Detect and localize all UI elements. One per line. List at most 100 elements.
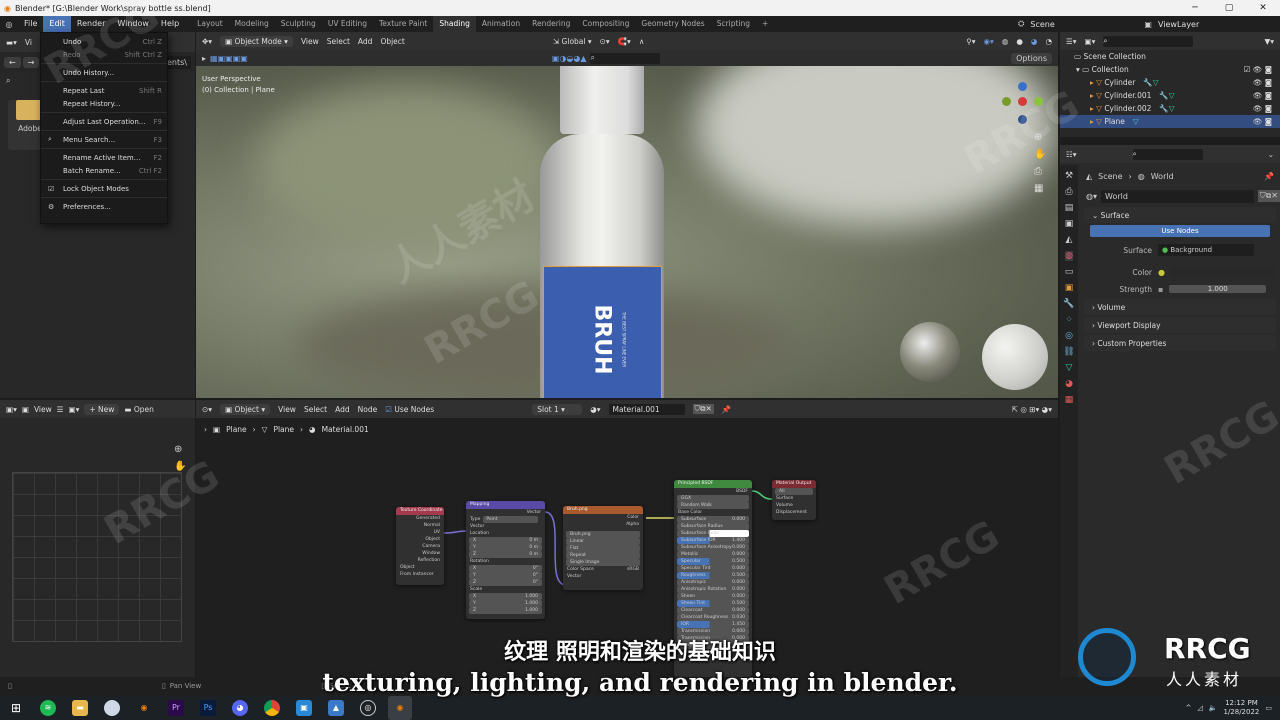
bsdf-input-row[interactable]: Metallic 0.000 [677, 551, 749, 558]
type-dropdown[interactable]: Point [483, 516, 538, 523]
visibility-icons[interactable]: ☑ 👁 ◙ [1244, 65, 1272, 74]
menu-item-lock-object-modes[interactable]: ☑ Lock Object Modes [41, 182, 167, 195]
forward-button[interactable]: → [22, 56, 40, 68]
orientation-selector[interactable]: ⇲ Global ▾ [553, 37, 592, 46]
outliner-item[interactable]: ▸ ▽ Cylinder.002 🔧 ▽ 👁 ◙ [1060, 102, 1280, 115]
bsdf-input-row[interactable]: Subsurface 0.000 [677, 516, 749, 523]
view-layer-selector[interactable]: ViewLayer [1158, 20, 1199, 29]
camera-icon[interactable]: ⎙ [1034, 166, 1046, 177]
instancer-checkbox[interactable]: From Instancer [396, 571, 444, 578]
obs-icon[interactable]: ◎ [360, 699, 376, 716]
menu-help[interactable]: Help [155, 16, 185, 32]
menu-add[interactable]: Add [358, 37, 373, 46]
projection-dropdown[interactable]: Flat [566, 545, 640, 552]
rotation-z[interactable]: Z 0° [469, 579, 542, 586]
shading-wireframe-icon[interactable]: ◍ [1002, 37, 1009, 46]
bsdf-input-row[interactable]: Subsurface Radius [677, 523, 749, 530]
extension-dropdown[interactable]: Repeat [566, 552, 640, 559]
color-space-dropdown[interactable]: Color Space sRGB [563, 566, 643, 573]
viewport-scene[interactable]: BRUH THE BEST SPRAY LINE EVER [196, 66, 1058, 398]
view-menu[interactable]: Vi [25, 38, 32, 47]
source-dropdown[interactable]: Single Image [566, 559, 640, 566]
tab-rendering[interactable]: Rendering [526, 16, 576, 32]
menu-item-repeat-history[interactable]: Repeat History... [41, 97, 167, 110]
funnel-icon[interactable]: ▼▾ [1264, 37, 1274, 46]
bsdf-input-row[interactable]: IOR 1.450 [677, 621, 749, 628]
visibility-icons[interactable]: 👁 ◙ [1253, 91, 1272, 100]
tab-particles-icon[interactable]: ⁘ [1065, 315, 1073, 325]
bsdf-input-row[interactable]: Anisotropic 0.000 [677, 579, 749, 586]
bsdf-input-row[interactable]: Clearcoat 0.000 [677, 607, 749, 614]
viewport-display-section[interactable]: › Viewport Display [1084, 317, 1276, 333]
outliner-item[interactable]: ▸ ▽ Cylinder 🔧 ▽ 👁 ◙ [1060, 76, 1280, 89]
hand-pan-icon[interactable]: ✋ [174, 461, 186, 472]
scale-z[interactable]: Z 1.000 [469, 607, 542, 614]
tab-geometry-nodes[interactable]: Geometry Nodes [635, 16, 710, 32]
menu-edit[interactable]: Edit [43, 16, 71, 32]
tab-scripting[interactable]: Scripting [711, 16, 756, 32]
visibility-icons[interactable]: 👁 ◙ [1253, 117, 1272, 126]
snap-icon[interactable]: 🧲▾ [618, 37, 631, 46]
world-name-field[interactable]: World [1101, 189, 1254, 203]
tab-view-layer-icon[interactable]: ▣ [1065, 219, 1074, 229]
node-texture-coordinate[interactable]: Texture Coordinate Generated Normal UV O… [396, 507, 444, 585]
pivot-icon[interactable]: ⊙▾ [600, 37, 610, 46]
tab-modeling[interactable]: Modeling [229, 16, 275, 32]
tray-chevron-icon[interactable]: ^ [1185, 704, 1191, 712]
shading-solid-icon[interactable]: ● [1016, 37, 1023, 46]
output-socket[interactable]: UV [396, 529, 444, 536]
world-selector[interactable]: ◍▾ World ⛉⧉✕ [1080, 187, 1280, 205]
tab-object-icon[interactable]: ▣ [1065, 283, 1074, 293]
tab-tool-icon[interactable]: ⚒ [1065, 171, 1073, 181]
scene-selector[interactable]: Scene [1030, 20, 1110, 29]
menu-render[interactable]: Render [71, 16, 111, 32]
bsdf-input-row[interactable]: Specular Tint 0.000 [677, 565, 749, 572]
color-swatch[interactable] [1170, 267, 1274, 277]
bsdf-input-row[interactable]: Roughness 0.500 [677, 572, 749, 579]
tab-compositing[interactable]: Compositing [576, 16, 635, 32]
blender-menu-icon[interactable]: ◎ [0, 20, 18, 29]
search-icon[interactable]: ⌕ [6, 76, 10, 86]
properties-search[interactable]: ⌕ [1132, 148, 1203, 160]
navigation-gizmo[interactable] [996, 82, 1046, 132]
input-socket[interactable]: Volume [772, 502, 816, 509]
menu-object[interactable]: Object [380, 37, 404, 46]
menu-item-undo-history[interactable]: Undo History... [41, 66, 167, 79]
bsdf-input-row[interactable]: Base Color [674, 509, 752, 516]
premiere-icon[interactable]: Pr [168, 699, 184, 716]
filter-object-icons[interactable]: ▣◑◒◕▲ [552, 54, 587, 63]
input-socket[interactable]: Surface [772, 495, 816, 502]
network-icon[interactable]: ◿ [1197, 704, 1202, 712]
interpolation-dropdown[interactable]: Linear [566, 538, 640, 545]
viewport-search-field[interactable]: ⌕ [590, 52, 661, 64]
back-button[interactable]: ← [4, 56, 21, 68]
new-image-button[interactable]: + New [84, 403, 120, 415]
location-x[interactable]: X0 m [469, 537, 542, 544]
select-box-icon[interactable]: ▦▣▣▣▣ [210, 54, 248, 63]
grid-icon[interactable]: ▦ [1034, 183, 1046, 194]
output-socket[interactable]: Camera [396, 543, 444, 550]
bsdf-input-row[interactable]: Sheen 0.000 [677, 593, 749, 600]
tab-modifier-icon[interactable]: 🔧 [1063, 299, 1074, 309]
scale-y[interactable]: Y 1.000 [469, 600, 542, 607]
tab-world-icon[interactable]: ◍ [1065, 251, 1073, 261]
file-explorer-icon[interactable]: ▬ [72, 699, 88, 716]
menu-item-redo[interactable]: Redo Shift Ctrl Z [41, 48, 167, 61]
pin-icon[interactable]: 📌 [1264, 172, 1274, 181]
gizmo-icon[interactable]: ⚲▾ [966, 37, 975, 46]
photoshop-icon[interactable]: Ps [200, 699, 216, 716]
tab-layout[interactable]: Layout [191, 16, 229, 32]
blender-icon[interactable]: ◉ [136, 700, 152, 716]
options-chevron-icon[interactable]: ⌄ [1268, 150, 1274, 159]
fake-user-icon[interactable]: ⛉⧉✕ [1257, 190, 1280, 202]
output-socket[interactable]: Window [396, 550, 444, 557]
input-socket[interactable]: Displacement [772, 509, 816, 516]
target-dropdown[interactable]: All [775, 488, 813, 495]
tab-physics-icon[interactable]: ◎ [1065, 331, 1073, 341]
add-workspace-button[interactable]: + [756, 16, 774, 32]
spotify-icon[interactable]: ≋ [40, 699, 56, 716]
output-socket[interactable]: Generated [396, 515, 444, 522]
node-material-output[interactable]: Material Output All Surface Volume Displ… [772, 480, 816, 520]
chrome-icon[interactable] [264, 699, 280, 716]
minimize-button[interactable]: ─ [1178, 0, 1212, 16]
